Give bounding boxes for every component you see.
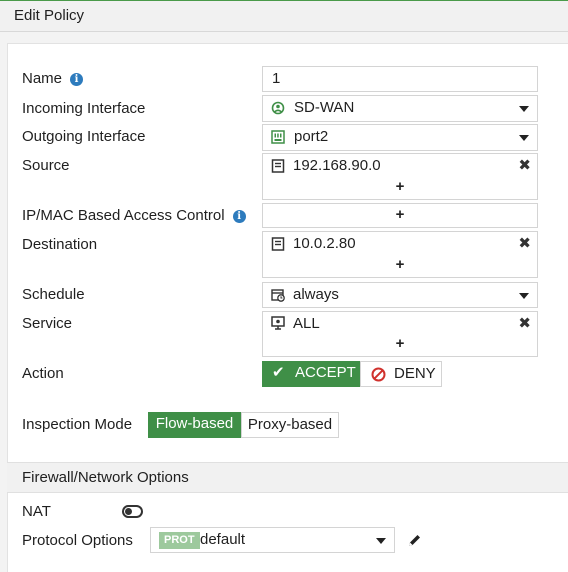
accept-button[interactable]: ✔ ACCEPT	[262, 361, 360, 387]
protocol-options-value: default	[200, 531, 246, 548]
accept-label: ACCEPT	[295, 364, 356, 381]
page-title: Edit Policy	[14, 7, 85, 24]
info-icon[interactable]: i	[70, 73, 84, 86]
inspection-mode-label: Inspection Mode	[22, 416, 133, 433]
name-input[interactable]: 1	[262, 66, 538, 92]
ipmac-label: IP/MAC Based Access Control i	[22, 207, 246, 224]
add-ipmac-button[interactable]: +	[263, 206, 537, 223]
address-icon	[271, 159, 285, 173]
port-icon	[271, 130, 285, 144]
outgoing-interface-select[interactable]: port2	[262, 124, 538, 151]
flow-based-button[interactable]: Flow-based	[148, 412, 241, 438]
destination-label: Destination	[22, 236, 98, 253]
deny-label: DENY	[394, 365, 436, 382]
chevron-down-icon	[519, 106, 529, 112]
source-field[interactable]: 192.168.90.0 ✖ +	[262, 153, 538, 200]
chevron-down-icon	[519, 293, 529, 299]
remove-icon[interactable]: ✖	[518, 156, 531, 174]
incoming-interface-label: Incoming Interface	[22, 100, 146, 117]
title-bar: Edit Policy	[0, 0, 568, 32]
info-icon[interactable]: i	[232, 210, 246, 223]
destination-value: 10.0.2.80	[293, 235, 356, 252]
remove-icon[interactable]: ✖	[518, 234, 531, 252]
deny-icon	[371, 367, 386, 382]
section-title: Firewall/Network Options	[22, 469, 189, 486]
calendar-clock-icon	[271, 289, 285, 302]
add-destination-button[interactable]: +	[263, 256, 537, 273]
add-source-button[interactable]: +	[263, 178, 537, 195]
chevron-down-icon	[376, 538, 386, 544]
action-label: Action	[22, 365, 64, 382]
toggle-knob	[125, 508, 132, 515]
name-value: 1	[272, 70, 281, 87]
schedule-label: Schedule	[22, 286, 85, 303]
schedule-select[interactable]: always	[262, 282, 538, 308]
service-label: Service	[22, 315, 73, 332]
destination-field[interactable]: 10.0.2.80 ✖ +	[262, 231, 538, 278]
service-icon	[271, 316, 285, 330]
protocol-options-label: Protocol Options	[22, 532, 133, 549]
edit-pencil-icon[interactable]	[407, 533, 422, 548]
ipmac-label-text: IP/MAC Based Access Control	[22, 207, 225, 224]
incoming-interface-select[interactable]: SD-WAN	[262, 95, 538, 122]
outgoing-interface-label: Outgoing Interface	[22, 128, 146, 145]
source-label: Source	[22, 157, 70, 174]
service-field[interactable]: ALL ✖ +	[262, 311, 538, 357]
name-label: Name i	[22, 70, 84, 87]
name-label-text: Name	[22, 70, 63, 87]
add-service-button[interactable]: +	[263, 335, 537, 352]
check-icon: ✔	[272, 364, 285, 381]
protocol-options-select[interactable]: PROT default	[150, 527, 395, 553]
schedule-value: always	[293, 286, 339, 303]
nat-label: NAT	[22, 503, 51, 520]
prot-badge: PROT	[159, 532, 200, 549]
deny-button[interactable]: DENY	[360, 361, 442, 387]
nat-toggle[interactable]	[122, 505, 143, 518]
proxy-based-button[interactable]: Proxy-based	[241, 412, 339, 438]
incoming-interface-value: SD-WAN	[294, 99, 355, 116]
outgoing-interface-value: port2	[294, 128, 329, 145]
service-value: ALL	[293, 315, 320, 332]
ipmac-field[interactable]: +	[262, 203, 538, 228]
sd-wan-icon	[271, 101, 285, 115]
source-value: 192.168.90.0	[293, 157, 381, 174]
remove-icon[interactable]: ✖	[518, 314, 531, 332]
address-icon	[271, 237, 285, 251]
firewall-options-header: Firewall/Network Options	[7, 462, 568, 493]
chevron-down-icon	[519, 135, 529, 141]
